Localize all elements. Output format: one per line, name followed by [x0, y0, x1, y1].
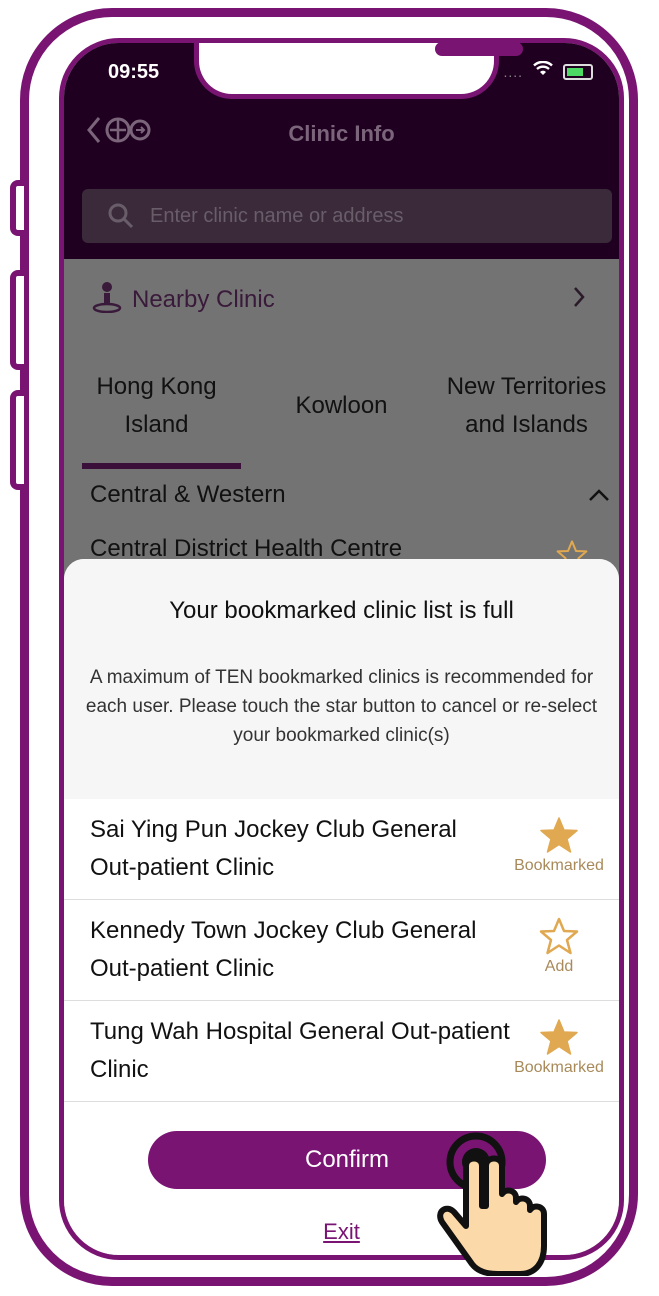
tab-new-territories-and-islands[interactable]: New Territories and Islands — [434, 343, 619, 469]
status-icons: .... — [503, 60, 593, 82]
nearby-clinic-row[interactable]: Nearby Clinic — [64, 259, 619, 341]
star-filled-icon — [540, 817, 578, 853]
bookmarked-clinic-list: Sai Ying Pun Jockey Club General Out-pat… — [64, 799, 619, 1102]
dialog-title: Your bookmarked clinic list is full — [169, 597, 514, 624]
signal-icon: .... — [503, 63, 523, 80]
bookmark-status: Bookmarked — [514, 857, 604, 874]
region-tabs: Hong Kong Island Kowloon New Territories… — [64, 343, 619, 469]
search-placeholder: Enter clinic name or address — [150, 204, 404, 227]
status-time: 09:55 — [108, 61, 160, 83]
page-title: Clinic Info — [288, 121, 395, 146]
bookmark-toggle[interactable]: Add — [499, 916, 619, 976]
search-input[interactable]: Enter clinic name or address — [82, 189, 612, 243]
home-indicator — [244, 1255, 448, 1260]
clinic-name: Sai Ying Pun Jockey Club General Out-pat… — [90, 816, 457, 881]
person-pin-icon — [92, 281, 122, 320]
phone-side-button — [10, 270, 24, 370]
district-header[interactable]: Central & Western — [90, 481, 610, 509]
speaker-grille — [435, 43, 523, 56]
clinic-name: Kennedy Town Jockey Club General Out-pat… — [90, 917, 477, 982]
battery-icon — [563, 63, 593, 80]
tab-hong-kong-island[interactable]: Hong Kong Island — [64, 343, 249, 469]
bookmark-status: Bookmarked — [514, 1059, 604, 1076]
wifi-icon — [533, 60, 553, 82]
tab-kowloon[interactable]: Kowloon — [249, 343, 434, 469]
search-icon — [108, 203, 134, 229]
chevron-right-icon — [573, 286, 585, 315]
list-item: Sai Ying Pun Jockey Club General Out-pat… — [64, 799, 619, 900]
phone-screen: 09:55 .... Clinic Info Enter clinic name… — [59, 38, 624, 1260]
dialog-message: A maximum of TEN bookmarked clinics is r… — [85, 667, 598, 746]
district-name: Central & Western — [90, 481, 286, 508]
clinic-name: Tung Wah Hospital General Out-patient Cl… — [90, 1018, 510, 1083]
dialog-header: Your bookmarked clinic list is full A ma… — [64, 559, 619, 799]
bookmark-toggle[interactable]: Bookmarked — [499, 815, 619, 875]
chevron-up-icon — [588, 481, 610, 509]
star-outline-icon — [539, 917, 579, 955]
phone-notch — [194, 43, 523, 99]
nearby-clinic-label: Nearby Clinic — [132, 286, 275, 313]
star-filled-icon — [540, 1019, 578, 1055]
tap-hand-icon — [437, 1132, 547, 1276]
bookmark-toggle[interactable]: Bookmarked — [499, 1017, 619, 1077]
bookmark-status: Add — [544, 958, 574, 975]
phone-side-button — [10, 180, 24, 236]
phone-side-button — [10, 390, 24, 490]
list-item: Tung Wah Hospital General Out-patient Cl… — [64, 1001, 619, 1102]
list-item: Kennedy Town Jockey Club General Out-pat… — [64, 900, 619, 1001]
